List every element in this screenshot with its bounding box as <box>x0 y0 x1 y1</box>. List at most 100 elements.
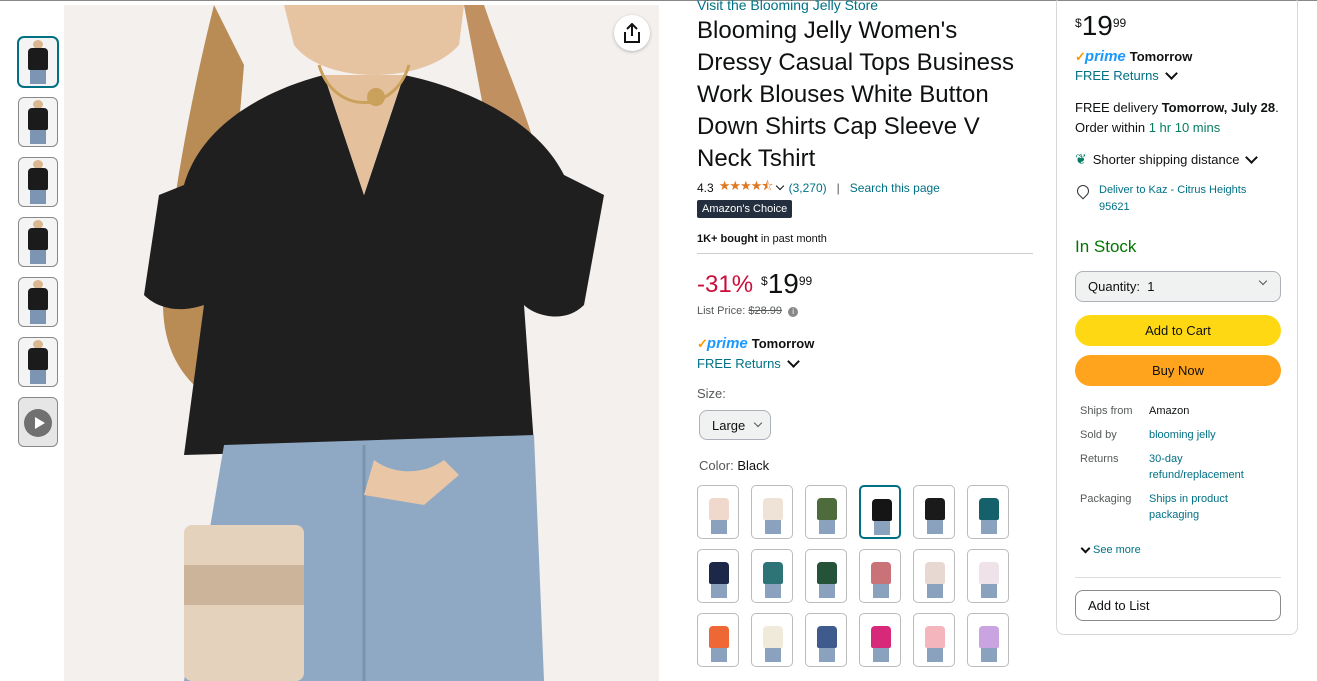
swatch-shirt-image <box>817 498 837 520</box>
swatch-shirt-image <box>817 562 837 584</box>
color-swatch[interactable] <box>967 549 1009 603</box>
search-this-page-link[interactable]: Search this page <box>850 181 940 195</box>
color-swatch[interactable] <box>967 613 1009 667</box>
color-swatch[interactable] <box>913 613 955 667</box>
thumbnail-6[interactable] <box>18 337 58 387</box>
swatch-shirt-image <box>763 498 783 520</box>
color-swatch[interactable] <box>751 485 793 539</box>
color-swatch[interactable] <box>967 485 1009 539</box>
swatch-shirt-image <box>979 562 999 584</box>
list-price-value: $28.99 <box>748 305 783 317</box>
info-icon[interactable]: i <box>788 307 799 317</box>
visit-store-link[interactable]: Visit the Blooming Jelly Store <box>697 0 878 13</box>
discount-percent: -31% <box>697 271 754 298</box>
seller-info-key: Sold by <box>1080 429 1117 441</box>
add-to-cart-button[interactable]: Add to Cart <box>1075 315 1281 346</box>
color-swatch[interactable] <box>913 549 955 603</box>
swatch-shirt-image <box>872 499 892 521</box>
price-whole: 19 <box>767 268 799 299</box>
seller-info-value[interactable]: Ships in product packaging <box>1149 491 1279 523</box>
swatch-jeans-image <box>874 521 890 535</box>
size-label: Size: <box>697 386 726 401</box>
swatch-jeans-image <box>765 520 781 534</box>
price-block: -31% $ 19 99 <box>697 268 812 300</box>
seller-info-key: Returns <box>1080 453 1119 465</box>
seller-info-key: Ships from <box>1080 405 1133 417</box>
play-icon <box>24 409 52 437</box>
seller-info-value[interactable]: 30-day refund/replacement <box>1149 451 1279 483</box>
color-swatch[interactable] <box>859 485 901 539</box>
model-wearing-blouse-image <box>64 5 659 681</box>
color-swatch[interactable] <box>805 613 847 667</box>
color-swatch[interactable] <box>913 485 955 539</box>
seller-info-row: Packaging Ships in product packaging <box>1080 491 1279 523</box>
rating-value: 4.3 <box>697 181 714 195</box>
swatch-jeans-image <box>711 648 727 662</box>
order-within-time: 1 hr 10 mins <box>1148 120 1221 135</box>
seller-info-row: Returns 30-day refund/replacement <box>1080 451 1279 483</box>
free-returns-link[interactable]: FREE Returns <box>697 355 800 371</box>
color-swatch[interactable] <box>697 485 739 539</box>
thumbnail-video[interactable] <box>18 397 58 447</box>
rating-row: 4.3 ★★★★⯪ (3,270) | Search this page <box>697 177 940 199</box>
buy-now-button[interactable]: Buy Now <box>1075 355 1281 386</box>
color-swatch[interactable] <box>805 485 847 539</box>
buybox-free-returns-link[interactable]: FREE Returns <box>1075 67 1178 83</box>
seller-info-key: Packaging <box>1080 493 1132 505</box>
see-more-link[interactable]: See more <box>1080 543 1141 556</box>
color-swatch[interactable] <box>751 549 793 603</box>
swatch-shirt-image <box>979 498 999 520</box>
swatch-shirt-image <box>709 562 729 584</box>
chevron-down-icon <box>1164 67 1178 80</box>
chevron-down-icon <box>1245 151 1259 164</box>
swatch-jeans-image <box>711 520 727 534</box>
chevron-down-icon <box>1258 276 1268 286</box>
chevron-down-icon[interactable] <box>775 181 784 191</box>
shorter-shipping-toggle[interactable]: ❦ Shorter shipping distance <box>1075 151 1259 168</box>
color-swatch[interactable] <box>697 613 739 667</box>
main-product-image[interactable] <box>64 5 659 681</box>
color-swatch[interactable] <box>859 613 901 667</box>
price-currency: $ <box>761 274 768 288</box>
color-swatch[interactable] <box>697 549 739 603</box>
prime-delivery: ✓ prime Tomorrow <box>697 335 814 352</box>
deliver-to-text: Deliver to Kaz - Citrus Heights 95621 <box>1099 184 1247 213</box>
share-icon <box>624 23 640 43</box>
swatch-jeans-image <box>927 520 943 534</box>
deliver-to-link[interactable]: Deliver to Kaz - Citrus Heights 95621 <box>1074 182 1279 216</box>
color-swatch[interactable] <box>859 549 901 603</box>
prime-day: Tomorrow <box>751 336 815 351</box>
thumbnail-3[interactable] <box>18 157 58 207</box>
size-dropdown[interactable]: Large <box>699 410 771 440</box>
thumbnail-2[interactable] <box>18 97 58 147</box>
seller-info-value[interactable]: blooming jelly <box>1149 427 1279 443</box>
swatch-jeans-image <box>711 584 727 598</box>
amazons-choice-badge: Amazon's Choice <box>697 200 793 218</box>
swatch-jeans-image <box>765 584 781 598</box>
quantity-dropdown[interactable]: Quantity: 1 <box>1075 271 1281 302</box>
chevron-down-icon <box>786 355 800 368</box>
seller-info-row: Sold by blooming jelly <box>1080 427 1279 443</box>
separator: | <box>836 181 840 195</box>
share-button[interactable] <box>614 15 650 51</box>
buybox-prime: ✓ prime Tomorrow <box>1075 48 1192 65</box>
bought-count: 1K+ bought <box>697 233 758 245</box>
thumbnail-4[interactable] <box>18 217 58 267</box>
swatch-shirt-image <box>763 626 783 648</box>
thumbnail-1[interactable] <box>18 37 58 87</box>
rating-stars-icon[interactable]: ★★★★⯪ <box>719 177 774 199</box>
chevron-down-icon <box>1080 543 1091 553</box>
thumbnail-5[interactable] <box>18 277 58 327</box>
delivery-date: Tomorrow, July 28 <box>1161 100 1276 115</box>
size-selected: Large <box>712 417 746 433</box>
ratings-count-link[interactable]: (3,270) <box>789 181 827 195</box>
swatch-jeans-image <box>765 648 781 662</box>
seller-info-table: Ships from Amazon Sold by blooming jelly Ret… <box>1080 403 1279 531</box>
add-to-list-button[interactable]: Add to List <box>1075 590 1281 621</box>
color-swatch[interactable] <box>805 549 847 603</box>
thumbnail-strip <box>18 37 58 457</box>
swatch-jeans-image <box>981 648 997 662</box>
swatch-jeans-image <box>819 584 835 598</box>
free-returns-label: FREE Returns <box>697 356 781 371</box>
color-swatch[interactable] <box>751 613 793 667</box>
